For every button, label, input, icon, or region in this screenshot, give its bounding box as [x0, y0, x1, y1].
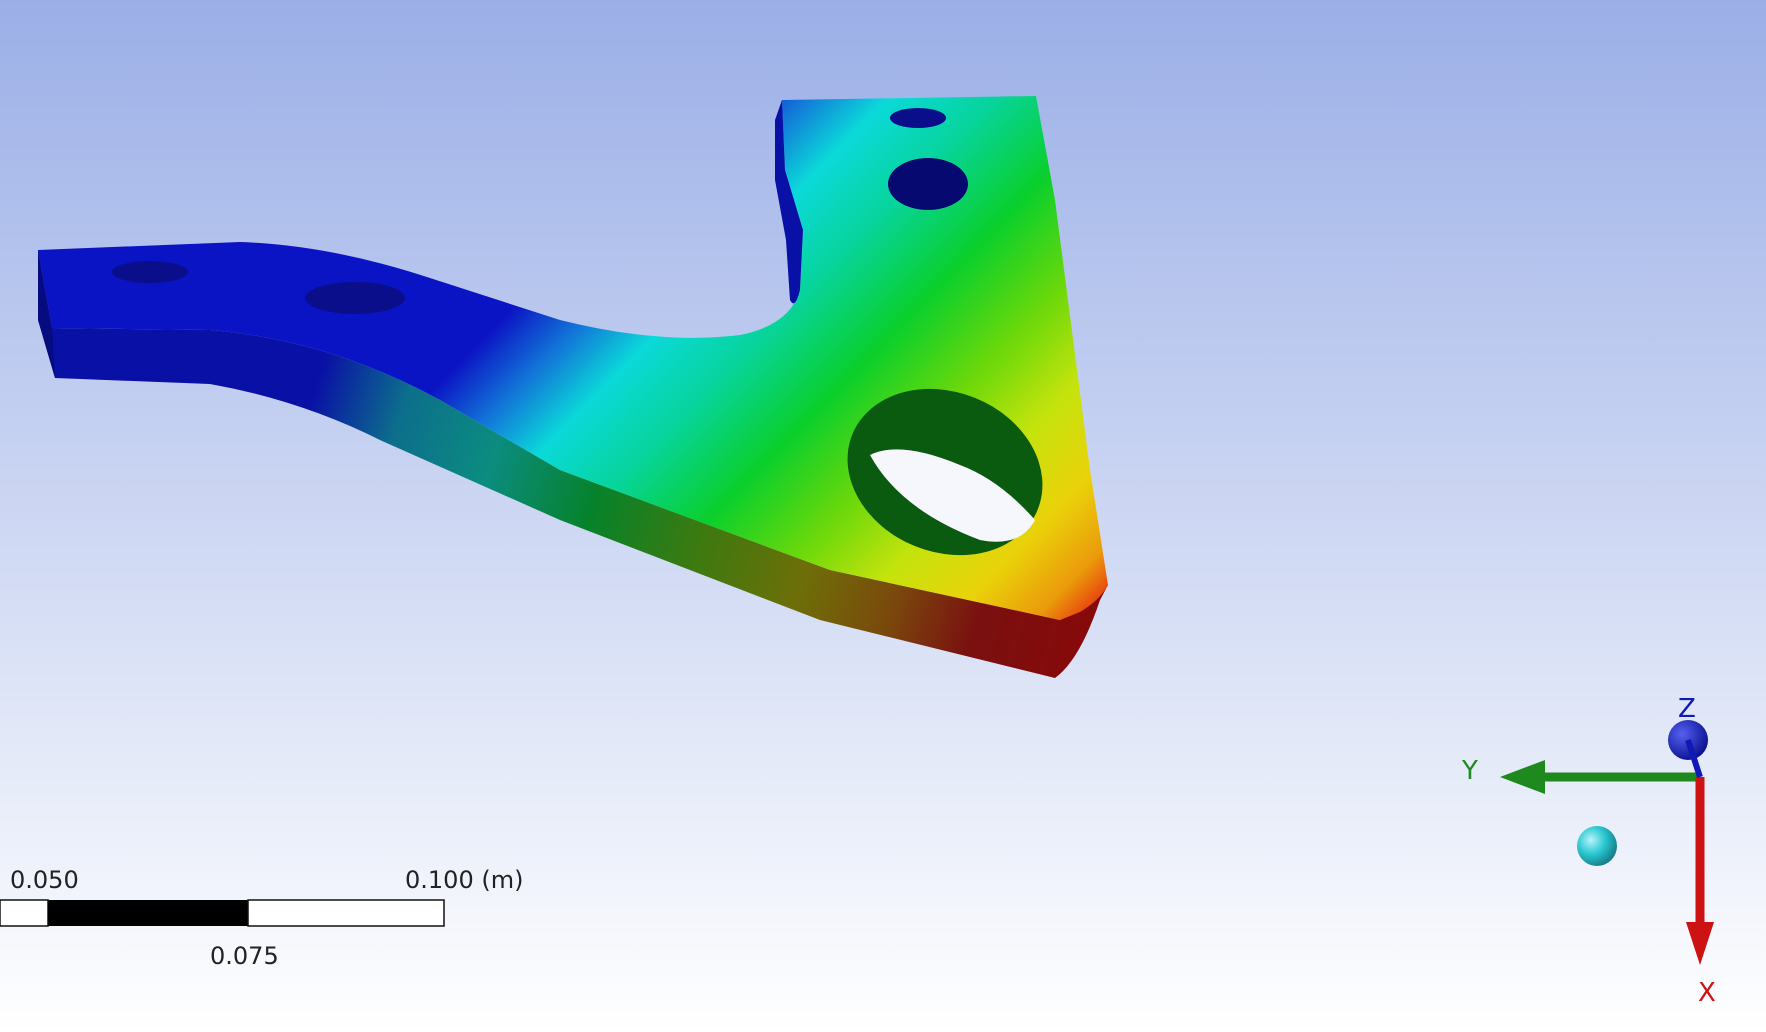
isometric-view-ball[interactable]: [1577, 826, 1617, 866]
scale-bar-black: [48, 900, 248, 926]
scale-bar: [0, 899, 445, 927]
z-axis-label: Z: [1678, 694, 1696, 724]
hole-right-2: [888, 158, 968, 210]
scale-bar-white-right: [247, 899, 445, 927]
hole-right-1: [890, 108, 946, 128]
scale-bar-right-label: 0.100 (m): [405, 866, 524, 894]
hole-left-1: [112, 261, 188, 283]
y-axis-label: Y: [1462, 756, 1478, 786]
scale-bar-mid-label: 0.075: [210, 942, 279, 970]
3d-viewport[interactable]: 0.050 0.100 (m) 0.075 Y Z X: [0, 0, 1766, 1032]
x-axis-label: X: [1698, 978, 1716, 1008]
viewport-canvas[interactable]: [0, 0, 1766, 1032]
scale-bar-left-label: 0.050: [10, 866, 79, 894]
hole-left-2: [305, 282, 405, 314]
scale-bar-white-left: [0, 899, 49, 927]
